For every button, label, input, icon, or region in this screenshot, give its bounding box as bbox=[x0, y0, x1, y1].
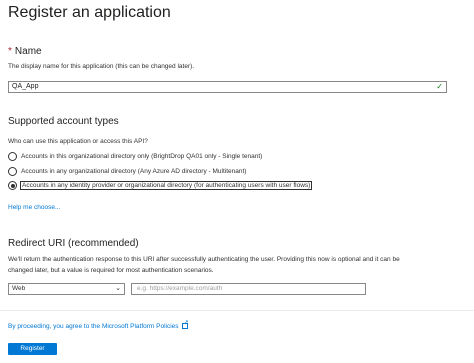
name-label: * Name bbox=[8, 46, 42, 57]
account-types-heading: Supported account types bbox=[8, 116, 119, 127]
radio-label: Accounts in any organizational directory… bbox=[21, 168, 247, 175]
radio-label: Accounts in this organizational director… bbox=[21, 153, 263, 160]
radio-button[interactable] bbox=[8, 152, 17, 161]
redirect-uri-heading: Redirect URI (recommended) bbox=[8, 238, 139, 249]
redirect-hint-line2: changed later, but a value is required f… bbox=[8, 267, 214, 274]
radio-multitenant[interactable]: Accounts in any organizational directory… bbox=[8, 166, 246, 177]
radio-single-tenant[interactable]: Accounts in this organizational director… bbox=[8, 151, 262, 162]
platform-policies-link[interactable]: By proceeding, you agree to the Microsof… bbox=[8, 319, 189, 330]
help-me-choose-link[interactable]: Help me choose... bbox=[8, 204, 60, 211]
platform-select-value: Web bbox=[12, 285, 26, 292]
page-title: Register an application bbox=[8, 4, 171, 21]
name-hint: The display name for this application (t… bbox=[8, 63, 195, 70]
name-input[interactable]: QA_App ✓ bbox=[8, 81, 447, 93]
required-star: * bbox=[8, 46, 12, 57]
external-link-icon bbox=[181, 319, 189, 329]
radio-label: Accounts in any identity provider or org… bbox=[19, 181, 313, 190]
policy-text: By proceeding, you agree to the Microsof… bbox=[8, 323, 179, 330]
more-options-icon[interactable]: ··· bbox=[158, 5, 172, 17]
account-types-question: Who can use this application or access t… bbox=[8, 138, 148, 145]
name-input-value: QA_App bbox=[12, 83, 39, 90]
chevron-down-icon: ⌄ bbox=[115, 285, 121, 292]
radio-button[interactable] bbox=[8, 167, 17, 176]
platform-select[interactable]: Web ⌄ bbox=[8, 283, 125, 295]
redirect-uri-input[interactable]: e.g. https://example.com/auth bbox=[131, 283, 366, 295]
redirect-hint-line1: We'll return the authentication response… bbox=[8, 256, 400, 263]
register-button[interactable]: Register bbox=[8, 343, 57, 355]
name-label-text: Name bbox=[14, 46, 42, 57]
footer-divider bbox=[0, 310, 474, 311]
check-icon: ✓ bbox=[436, 82, 443, 91]
radio-button-selected[interactable] bbox=[8, 181, 17, 190]
radio-any-identity-provider[interactable]: Accounts in any identity provider or org… bbox=[8, 180, 313, 191]
